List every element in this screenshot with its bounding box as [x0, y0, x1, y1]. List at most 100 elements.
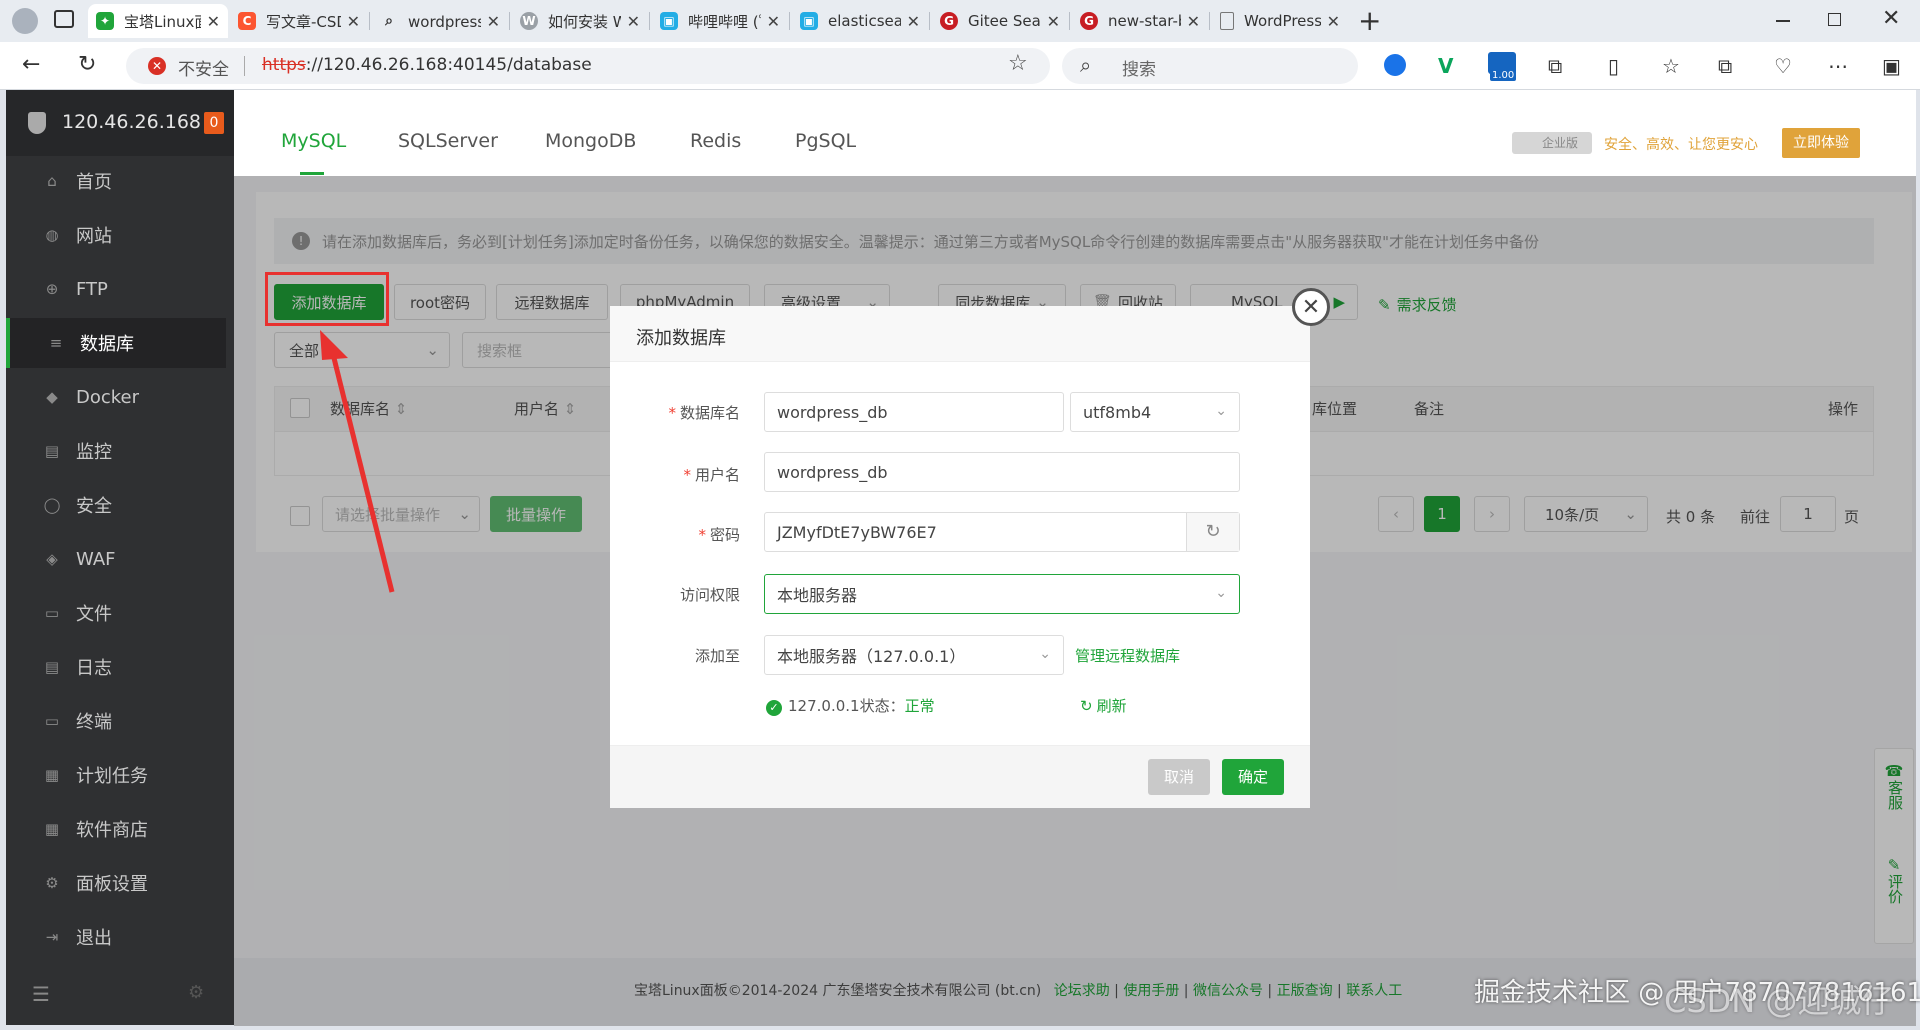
page-icon: [1220, 12, 1234, 30]
sidebar-item-9[interactable]: ▤ 日志: [6, 642, 226, 692]
sidebar-item-11[interactable]: ▦ 计划任务: [6, 750, 226, 800]
tab-elasticsearch[interactable]: ▣ elasticsearch- ✕: [792, 4, 928, 38]
search-placeholder: 搜索: [1122, 60, 1156, 80]
sidebar-item-2[interactable]: ⊕ FTP: [6, 264, 226, 314]
close-tab-icon[interactable]: ✕: [487, 12, 500, 31]
profile-avatar[interactable]: [12, 8, 38, 34]
sidebar-item-8[interactable]: ▭ 文件: [6, 588, 226, 638]
close-window-icon[interactable]: ✕: [1882, 6, 1900, 31]
url-bar[interactable]: ✕ 不安全 https://120.46.26.168:40145/databa…: [126, 48, 1050, 84]
insecure-label[interactable]: 不安全: [178, 55, 229, 80]
sidebar-item-label: 计划任务: [76, 766, 148, 787]
more-icon[interactable]: ⋯: [1828, 54, 1848, 78]
restore-icon[interactable]: [1828, 13, 1841, 26]
sidebar-item-1[interactable]: ◍ 网站: [6, 210, 226, 260]
browser-tab-bar: ✦ 宝塔Linux面板 ✕ C 写文章-CSDN ✕ ⌕ wordpress -…: [0, 0, 1920, 42]
extension-badge: 1.00: [1490, 70, 1517, 81]
tab-sqlserver[interactable]: SQLServer: [398, 130, 498, 152]
tab-gitee-search[interactable]: G Gitee Search - ✕: [932, 4, 1068, 38]
close-tab-icon[interactable]: ✕: [627, 12, 640, 31]
sidebar-item-label: Docker: [76, 386, 140, 408]
tab-mysql[interactable]: MySQL: [281, 130, 346, 152]
settings-gear-icon[interactable]: ⚙: [188, 982, 204, 1003]
tab-wordpress-search[interactable]: ⌕ wordpress - 搜 ✕: [372, 4, 508, 38]
close-dialog-icon[interactable]: ✕: [1292, 288, 1330, 326]
close-tab-icon[interactable]: ✕: [907, 12, 920, 31]
sidebar-item-12[interactable]: ▦ 软件商店: [6, 804, 226, 854]
close-tab-icon[interactable]: ✕: [1187, 12, 1200, 31]
tab-title: elasticsearch-: [828, 12, 901, 30]
regenerate-password-button[interactable]: ↻: [1186, 513, 1239, 551]
add-to-server-select[interactable]: 本地服务器（127.0.0.1） ⌄: [764, 635, 1064, 675]
minimize-icon[interactable]: [1776, 20, 1790, 22]
db-name-input[interactable]: wordpress_db: [764, 392, 1064, 432]
tab-title: 写文章-CSDN: [266, 12, 341, 31]
sidebar-item-13[interactable]: ⚙ 面板设置: [6, 858, 226, 908]
dialog-title: 添加数据库: [610, 306, 1310, 362]
sidebar-item-5[interactable]: ▤ 监控: [6, 426, 226, 476]
alert-count-badge[interactable]: 0: [204, 112, 224, 134]
sidebar-item-4[interactable]: ◆ Docker: [6, 372, 226, 422]
tab-wordpress-settings[interactable]: WordPress › S ✕: [1212, 4, 1348, 38]
password-label: * 密码: [698, 526, 740, 544]
close-tab-icon[interactable]: ✕: [347, 12, 360, 31]
access-label: 访问权限: [620, 584, 740, 605]
tab-title: Gitee Search -: [968, 12, 1041, 30]
split-screen-icon[interactable]: ▯: [1608, 54, 1619, 78]
db-name-value: wordpress_db: [777, 402, 888, 422]
sidebar-item-icon: ▦: [44, 820, 60, 838]
enterprise-badge-label: 企业版: [1542, 136, 1579, 150]
url-text[interactable]: https://120.46.26.168:40145/database: [262, 55, 592, 75]
tab-actions-icon[interactable]: [54, 10, 74, 28]
collections-icon[interactable]: ⧉: [1718, 54, 1732, 78]
charset-value: utf8mb4: [1083, 402, 1152, 422]
browser-search-box[interactable]: ⌕ 搜索: [1062, 48, 1358, 84]
sidebar-item-14[interactable]: ⇥ 退出: [6, 912, 226, 962]
access-permission-select[interactable]: 本地服务器 ⌄: [764, 574, 1240, 614]
favorites-icon[interactable]: ☆: [1662, 54, 1680, 78]
sidebar-item-label: 首页: [76, 172, 112, 193]
password-input[interactable]: JZMyfDtE7yBW76E7: [764, 512, 1240, 552]
close-tab-icon[interactable]: ✕: [1327, 12, 1340, 31]
sidebar-item-6[interactable]: ◯ 安全: [6, 480, 226, 530]
sidebar-item-3[interactable]: ≡ 数据库: [6, 318, 226, 368]
close-tab-icon[interactable]: ✕: [207, 12, 220, 31]
collapse-menu-icon[interactable]: ☰: [32, 982, 50, 1006]
close-tab-icon[interactable]: ✕: [767, 12, 780, 31]
performance-icon[interactable]: ♡: [1774, 54, 1792, 78]
manage-remote-db-link[interactable]: 管理远程数据库: [1075, 645, 1180, 666]
tab-pgsql[interactable]: PgSQL: [795, 130, 856, 152]
sidebar-item-label: 监控: [76, 442, 112, 463]
tab-bt-panel[interactable]: ✦ 宝塔Linux面板 ✕: [88, 4, 228, 38]
cancel-button[interactable]: 取消: [1148, 759, 1210, 795]
favorite-star-icon[interactable]: ☆: [1008, 51, 1028, 76]
bilibili-icon: ▣: [660, 12, 678, 30]
csdn-icon: C: [238, 12, 256, 30]
tab-csdn[interactable]: C 写文章-CSDN ✕: [230, 4, 368, 38]
annotation-highlight-box: [265, 272, 389, 326]
tab-mongodb[interactable]: MongoDB: [545, 130, 636, 152]
vue-devtools-icon[interactable]: V: [1438, 54, 1453, 78]
promo-text: 安全、高效、让您更安心: [1604, 137, 1758, 153]
charset-select[interactable]: utf8mb4 ⌄: [1070, 392, 1240, 432]
refresh-status-link[interactable]: ↻ 刷新: [1080, 695, 1127, 716]
confirm-button[interactable]: 确定: [1222, 759, 1284, 795]
sidebar-item-10[interactable]: ▭ 终端: [6, 696, 226, 746]
sidebar-item-0[interactable]: ⌂ 首页: [6, 156, 226, 206]
extensions-puzzle-icon[interactable]: ⧉: [1548, 54, 1562, 78]
tab-bilibili[interactable]: ▣ 哔哩哔哩 (゜- ✕: [652, 4, 788, 38]
sidebar-item-7[interactable]: ◈ WAF: [6, 534, 226, 584]
close-tab-icon[interactable]: ✕: [1047, 12, 1060, 31]
check-circle-icon: ✓: [766, 700, 782, 716]
try-now-button[interactable]: 立即体验: [1782, 128, 1860, 158]
back-icon[interactable]: ←: [22, 52, 40, 77]
tab-new-star-blog[interactable]: G new-star-blog ✕: [1072, 4, 1208, 38]
tab-redis[interactable]: Redis: [690, 130, 741, 152]
tab-install-wp[interactable]: W 如何安装 Wor ✕: [512, 4, 648, 38]
extension-audio-icon[interactable]: [1384, 54, 1406, 76]
warning-icon: ✕: [148, 57, 166, 75]
new-tab-icon[interactable]: +: [1358, 4, 1381, 37]
sidebar-toggle-icon[interactable]: ▣: [1882, 54, 1901, 78]
username-input[interactable]: wordpress_db: [764, 452, 1240, 492]
reload-icon[interactable]: ↻: [78, 52, 96, 77]
